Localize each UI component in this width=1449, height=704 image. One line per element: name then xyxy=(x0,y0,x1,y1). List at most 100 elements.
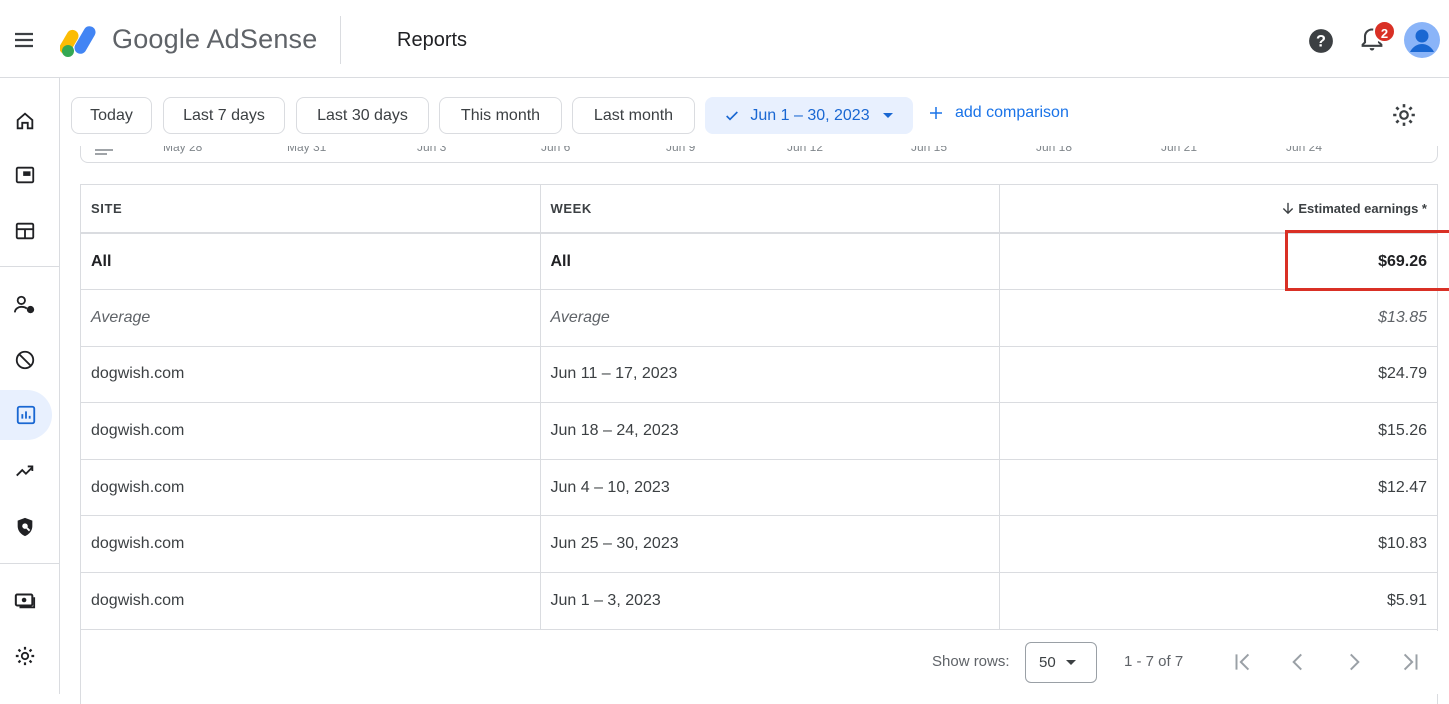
settings-icon xyxy=(15,646,35,666)
svg-text:?: ? xyxy=(1316,32,1326,50)
first-page-icon[interactable] xyxy=(1230,649,1256,675)
sort-descending-icon xyxy=(1283,202,1294,215)
row-site: dogwish.com xyxy=(81,572,540,630)
pagination-footer: Show rows: 50 1 - 7 of 7 xyxy=(81,631,1438,694)
avatar-icon[interactable] xyxy=(1404,22,1440,58)
nav-reports[interactable] xyxy=(0,390,52,440)
report-table: SITE WEEK Estimated earnings * All All $… xyxy=(80,184,1438,704)
date-range-dropdown[interactable]: Jun 1 – 30, 2023 xyxy=(705,97,913,134)
nav-home[interactable] xyxy=(0,96,50,146)
chip-today[interactable]: Today xyxy=(71,97,152,134)
rail-divider xyxy=(0,266,60,267)
header-site[interactable]: SITE xyxy=(81,185,540,234)
reports-icon xyxy=(16,405,36,425)
row-earnings: $5.91 xyxy=(998,572,1437,630)
page-title: Reports xyxy=(397,29,468,51)
row-site: dogwish.com xyxy=(81,459,540,517)
ads-icon xyxy=(15,222,35,240)
chart-axis-remnant: May 28 May 31 Jun 3 Jun 6 Jun 9 Jun 12 J… xyxy=(80,146,1438,163)
header-estimated-earnings[interactable]: Estimated earnings * xyxy=(998,185,1437,234)
row-earnings: $24.79 xyxy=(998,346,1437,404)
legend-lines-icon xyxy=(95,149,113,155)
blocking-icon xyxy=(15,350,35,370)
header-divider xyxy=(340,16,341,64)
total-row: All All $69.26 xyxy=(81,233,1437,291)
header-week[interactable]: WEEK xyxy=(539,185,999,234)
nav-blocking[interactable] xyxy=(0,335,50,385)
table-row: dogwish.com Jun 4 – 10, 2023 $12.47 xyxy=(81,459,1437,517)
table-row: dogwish.com Jun 18 – 24, 2023 $15.26 xyxy=(81,402,1437,460)
row-site: dogwish.com xyxy=(81,402,540,460)
brand-name: Google AdSense xyxy=(112,24,318,54)
show-rows-label: Show rows: xyxy=(932,653,1010,670)
row-week: Jun 18 – 24, 2023 xyxy=(539,402,999,460)
average-site: Average xyxy=(81,289,540,347)
average-row: Average Average $13.85 xyxy=(81,289,1437,347)
add-comparison-button[interactable]: add comparison xyxy=(927,104,1069,122)
overview-icon xyxy=(15,166,35,184)
dropdown-arrow-icon xyxy=(1065,660,1076,665)
menu-icon[interactable] xyxy=(12,28,36,52)
row-week: Jun 1 – 3, 2023 xyxy=(539,572,999,630)
axis-tick: Jun 3 xyxy=(417,146,447,154)
axis-tick: Jun 18 xyxy=(1036,146,1073,154)
chip-last-month[interactable]: Last month xyxy=(572,97,695,134)
selected-date-range: Jun 1 – 30, 2023 xyxy=(750,106,870,124)
last-page-icon[interactable] xyxy=(1397,649,1423,675)
rows-per-page-value: 50 xyxy=(1039,654,1056,671)
nav-settings[interactable] xyxy=(0,631,50,681)
add-comparison-label: add comparison xyxy=(955,104,1069,121)
axis-tick: Jun 21 xyxy=(1161,146,1198,154)
row-week: Jun 11 – 17, 2023 xyxy=(539,346,999,404)
row-earnings: $12.47 xyxy=(998,459,1437,517)
previous-page-icon[interactable] xyxy=(1285,649,1311,675)
notification-badge: 2 xyxy=(1373,20,1396,43)
average-earnings: $13.85 xyxy=(998,289,1437,347)
home-icon xyxy=(16,112,34,130)
axis-tick: Jun 6 xyxy=(541,146,571,154)
rail-divider xyxy=(0,563,60,564)
nav-privacy[interactable] xyxy=(0,502,50,552)
nav-account[interactable] xyxy=(0,280,50,330)
row-week: Jun 25 – 30, 2023 xyxy=(539,515,999,574)
row-site: dogwish.com xyxy=(81,346,540,404)
chip-last-30-days[interactable]: Last 30 days xyxy=(296,97,429,134)
gear-icon[interactable] xyxy=(1391,102,1417,128)
row-site: dogwish.com xyxy=(81,515,540,574)
row-earnings: $10.83 xyxy=(998,515,1437,574)
nav-ads[interactable] xyxy=(0,206,50,256)
chip-last-7-days[interactable]: Last 7 days xyxy=(163,97,285,134)
nav-optimization[interactable] xyxy=(0,446,50,496)
optimization-icon xyxy=(16,465,34,477)
header-estimated-earnings-label: Estimated earnings * xyxy=(1298,201,1427,216)
table-row: dogwish.com Jun 25 – 30, 2023 $10.83 xyxy=(81,515,1437,574)
privacy-icon xyxy=(17,517,33,537)
row-earnings: $15.26 xyxy=(998,402,1437,460)
plus-icon xyxy=(930,107,942,119)
account-icon xyxy=(14,295,35,314)
help-icon[interactable]: ? xyxy=(1308,28,1334,54)
check-icon xyxy=(726,110,739,120)
date-filter-bar: Today Last 7 days Last 30 days This mont… xyxy=(61,78,1449,152)
axis-tick: Jun 24 xyxy=(1286,146,1323,154)
total-earnings: $69.26 xyxy=(998,233,1437,291)
total-site: All xyxy=(81,233,540,291)
table-row: dogwish.com Jun 1 – 3, 2023 $5.91 xyxy=(81,572,1437,630)
nav-overview[interactable] xyxy=(0,150,50,200)
row-week: Jun 4 – 10, 2023 xyxy=(539,459,999,517)
axis-tick: May 28 xyxy=(163,146,203,154)
chip-this-month[interactable]: This month xyxy=(439,97,562,134)
dropdown-arrow-icon xyxy=(882,112,893,118)
axis-tick: Jun 9 xyxy=(666,146,696,154)
table-header-row: SITE WEEK Estimated earnings * xyxy=(81,185,1437,234)
top-app-bar: Google AdSense Reports ? 2 xyxy=(0,0,1449,78)
nav-payments[interactable] xyxy=(0,575,50,625)
axis-tick: Jun 15 xyxy=(911,146,948,154)
rows-per-page-select[interactable]: 50 xyxy=(1025,642,1097,683)
adsense-logo xyxy=(60,26,96,57)
table-row: dogwish.com Jun 11 – 17, 2023 $24.79 xyxy=(81,346,1437,404)
total-week: All xyxy=(539,233,999,291)
next-page-icon[interactable] xyxy=(1341,649,1367,675)
average-week: Average xyxy=(539,289,999,347)
payments-icon xyxy=(14,593,36,609)
